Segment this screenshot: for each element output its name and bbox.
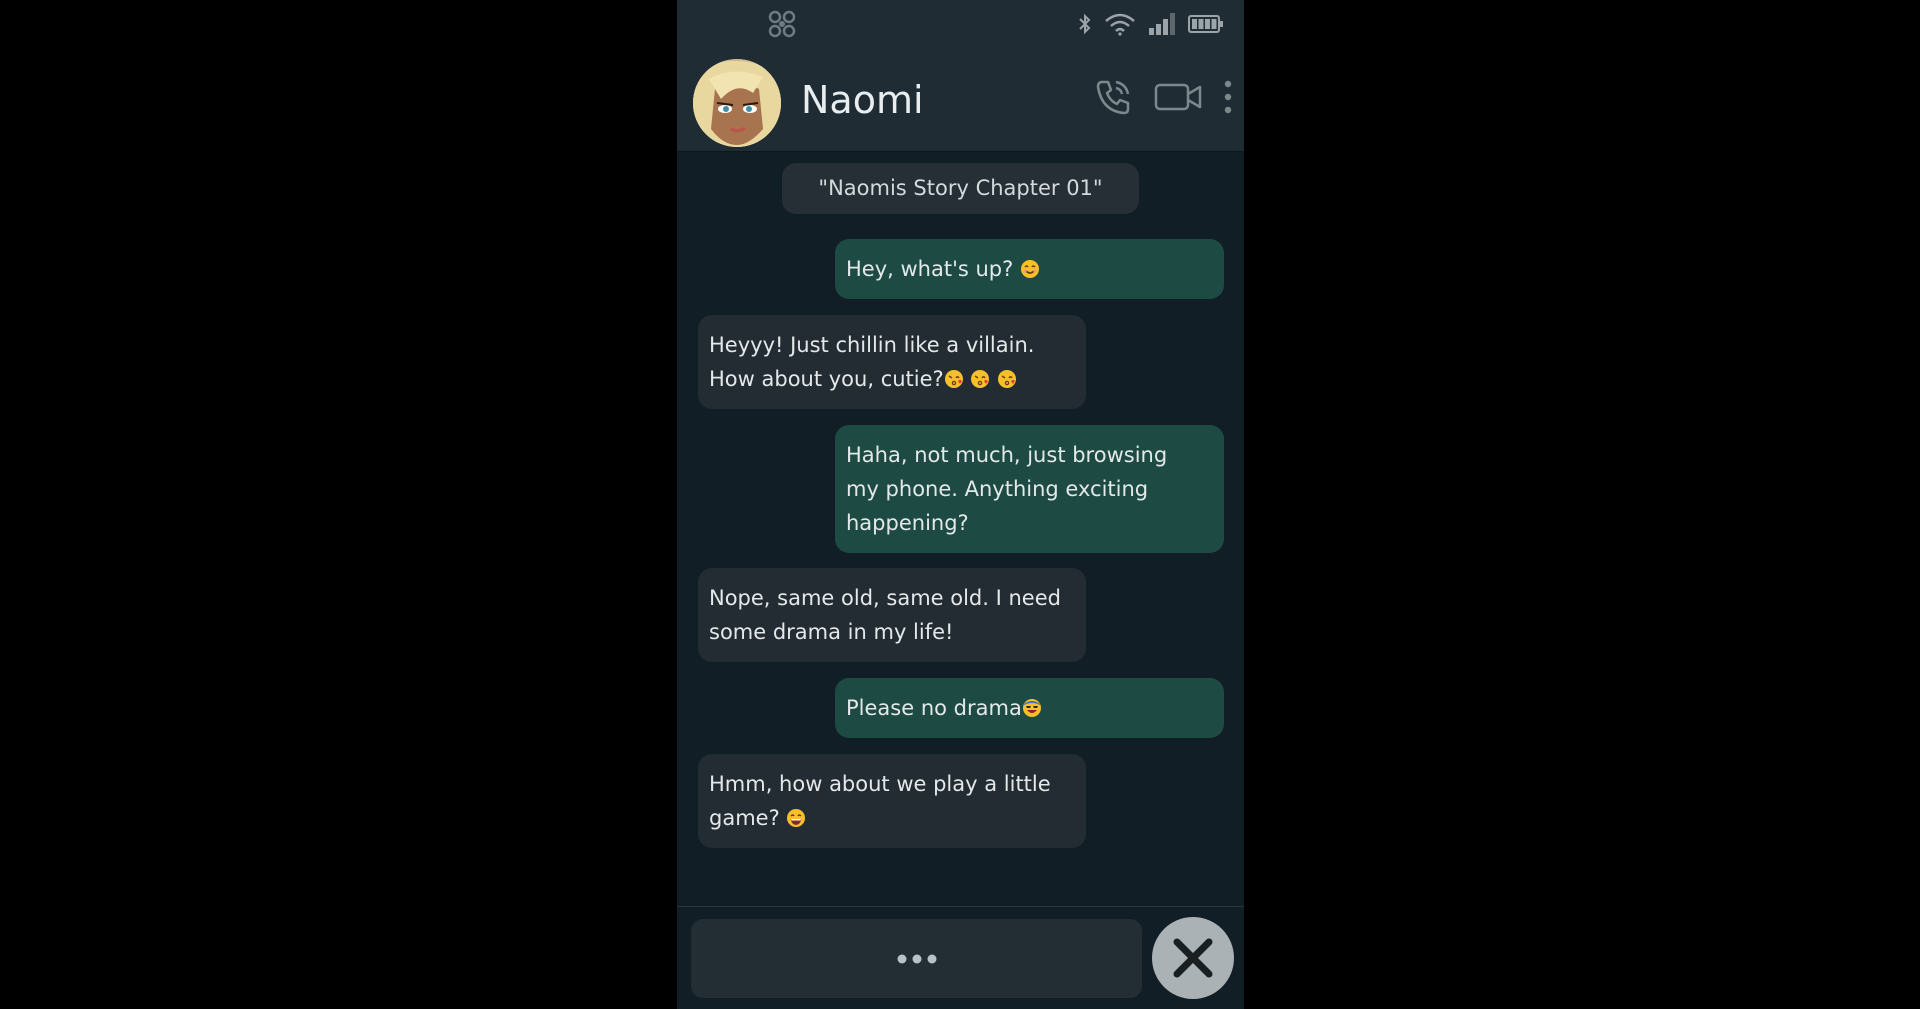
message-text-line: happening? — [846, 511, 969, 535]
signal-icon — [1149, 13, 1175, 35]
header-actions — [1094, 78, 1232, 116]
avatar[interactable] — [693, 59, 781, 147]
message-text-line: How about you, cutie? — [709, 367, 944, 391]
message-text-line: Hmm, how about we play a little — [709, 772, 1051, 796]
chat-footer — [677, 906, 1244, 1009]
status-bar — [677, 0, 1244, 48]
more-menu-icon[interactable] — [1224, 79, 1232, 115]
close-icon — [1173, 938, 1213, 978]
message-bubble-incoming: Hmm, how about we play a little game? — [698, 754, 1086, 848]
kissing-face-emoji — [998, 370, 1017, 388]
typing-dots-icon — [897, 954, 936, 963]
kissing-face-emoji — [971, 370, 990, 388]
bluetooth-icon — [1079, 13, 1091, 35]
choice-input-box[interactable] — [691, 919, 1142, 998]
message-bubble-outgoing: Hey, what's up? — [835, 239, 1224, 299]
message-text-line: Heyyy! Just chillin like a villain. — [709, 333, 1035, 357]
smiling-face-emoji — [1020, 260, 1039, 278]
grinning-face-emoji — [787, 809, 806, 827]
phone-screen: Naomi "Naomis Story Chapter 01" Hey, wha… — [677, 0, 1244, 1009]
close-button[interactable] — [1152, 917, 1234, 999]
status-icons — [1078, 12, 1224, 36]
message-text: Please no drama — [846, 696, 1022, 720]
video-call-icon[interactable] — [1154, 81, 1202, 113]
molecule-icon — [768, 10, 796, 38]
message-list[interactable]: "Naomis Story Chapter 01" Hey, what's up… — [677, 151, 1244, 906]
battery-icon — [1188, 15, 1223, 33]
message-text-line: Nope, same old, same old. I need — [709, 586, 1061, 610]
avatar-portrait — [693, 59, 781, 147]
message-text-line: game? — [709, 806, 787, 830]
message-bubble-incoming: Heyyy! Just chillin like a villain. How … — [698, 315, 1086, 409]
message-text-line: some drama in my life! — [709, 620, 954, 644]
contact-name: Naomi — [801, 78, 924, 122]
chapter-label: "Naomis Story Chapter 01" — [782, 163, 1139, 214]
message-bubble-outgoing: Please no drama — [835, 678, 1224, 738]
cool-face-emoji — [1022, 699, 1041, 717]
wifi-icon — [1105, 13, 1135, 36]
message-text-line: Haha, not much, just browsing — [846, 443, 1168, 467]
message-bubble-incoming: Nope, same old, same old. I need some dr… — [698, 568, 1086, 662]
phone-call-icon[interactable] — [1094, 78, 1132, 116]
chat-header: Naomi — [677, 48, 1244, 152]
message-bubble-outgoing: Haha, not much, just browsing my phone. … — [835, 425, 1224, 553]
message-text: Hey, what's up? — [846, 257, 1020, 281]
message-text-line: my phone. Anything exciting — [846, 477, 1149, 501]
kissing-face-emoji — [944, 370, 963, 388]
